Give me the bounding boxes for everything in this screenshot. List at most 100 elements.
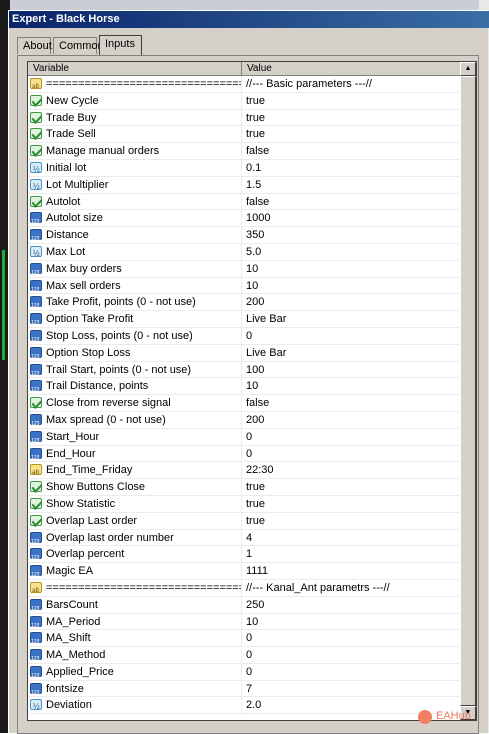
scroll-up-button[interactable]: ▲ xyxy=(460,62,476,76)
variable-cell[interactable]: Option Stop Loss xyxy=(28,344,242,361)
value-cell[interactable]: 5.0 xyxy=(242,244,460,260)
variable-cell[interactable]: ======================================= xyxy=(28,579,242,596)
variable-cell[interactable]: Close from reverse signal xyxy=(28,395,242,412)
value-cell[interactable]: false xyxy=(242,194,460,210)
table-row[interactable]: Option Take Profit Live Bar xyxy=(28,311,460,328)
variable-cell[interactable]: Option Take Profit xyxy=(28,311,242,328)
tab-inputs[interactable]: Inputs xyxy=(99,35,142,55)
variable-cell[interactable]: Trade Buy xyxy=(28,109,242,126)
table-row[interactable]: Max Lot 5.0 xyxy=(28,243,460,261)
variable-cell[interactable]: Overlap percent xyxy=(28,546,242,563)
table-row[interactable]: Overlap Last order true xyxy=(28,512,460,530)
value-cell[interactable]: true xyxy=(242,93,460,109)
value-cell[interactable]: false xyxy=(242,395,460,411)
variable-cell[interactable]: Overlap Last order xyxy=(28,512,242,529)
table-row[interactable]: Trail Start, points (0 - not use) 100 xyxy=(28,361,460,379)
table-row[interactable]: End_Hour 0 xyxy=(28,445,460,463)
table-row[interactable]: Option Stop Loss Live Bar xyxy=(28,344,460,362)
variable-cell[interactable]: Overlap last order number xyxy=(28,529,242,546)
value-cell[interactable]: 10 xyxy=(242,614,460,630)
variable-cell[interactable]: fontsize xyxy=(28,680,242,697)
value-cell[interactable]: 0 xyxy=(242,429,460,445)
value-cell[interactable]: true xyxy=(242,126,460,142)
value-cell[interactable]: 0 xyxy=(242,630,460,646)
variable-cell[interactable]: Max sell orders xyxy=(28,277,242,294)
value-cell[interactable]: 0 xyxy=(242,446,460,462)
value-cell[interactable]: //--- Kanal_Ant parametrs ---// xyxy=(242,580,460,596)
table-row[interactable]: Manage manual orders false xyxy=(28,143,460,160)
value-cell[interactable]: //--- Basic parameters ---// xyxy=(242,76,460,92)
value-cell[interactable]: 10 xyxy=(242,261,460,277)
table-row[interactable]: Applied_Price 0 xyxy=(28,663,460,681)
value-cell[interactable]: true xyxy=(242,479,460,495)
variable-cell[interactable]: Magic EA xyxy=(28,563,242,580)
variable-cell[interactable]: Lot Multiplier xyxy=(28,176,242,193)
table-row[interactable]: fontsize 7 xyxy=(28,680,460,698)
column-header-variable[interactable]: Variable xyxy=(28,62,242,75)
table-row[interactable]: MA_Shift 0 xyxy=(28,630,460,648)
tab-about[interactable]: About xyxy=(17,37,52,54)
variable-cell[interactable]: Take Profit, points (0 - not use) xyxy=(28,294,242,311)
value-cell[interactable]: 350 xyxy=(242,227,460,243)
value-cell[interactable]: 1111 xyxy=(242,563,460,579)
value-cell[interactable]: 100 xyxy=(242,362,460,378)
value-cell[interactable]: 10 xyxy=(242,278,460,294)
table-row[interactable]: Lot Multiplier 1.5 xyxy=(28,176,460,194)
variable-cell[interactable]: ======================================= xyxy=(28,76,242,92)
variable-cell[interactable]: Show Buttons Close xyxy=(28,479,242,496)
value-cell[interactable]: true xyxy=(242,513,460,529)
table-row[interactable]: Show Buttons Close true xyxy=(28,479,460,496)
value-cell[interactable]: Live Bar xyxy=(242,345,460,361)
variable-cell[interactable]: Initial lot xyxy=(28,159,242,176)
variable-cell[interactable]: MA_Period xyxy=(28,613,242,630)
table-row[interactable]: Show Statistic true xyxy=(28,495,460,513)
table-row[interactable]: MA_Period 10 xyxy=(28,613,460,631)
variable-cell[interactable]: Autolot size xyxy=(28,210,242,227)
variable-cell[interactable]: BarsCount xyxy=(28,596,242,613)
value-cell[interactable]: Live Bar xyxy=(242,311,460,327)
table-row[interactable]: End_Time_Friday 22:30 xyxy=(28,462,460,480)
value-cell[interactable]: 1000 xyxy=(242,210,460,226)
table-row[interactable]: Max spread (0 - not use) 200 xyxy=(28,411,460,429)
variable-cell[interactable]: Stop Loss, points (0 - not use) xyxy=(28,327,242,344)
table-row[interactable]: Max buy orders 10 xyxy=(28,260,460,278)
variable-cell[interactable]: Deviation xyxy=(28,697,242,714)
vertical-scrollbar[interactable]: ▲ ▼ xyxy=(460,62,476,720)
table-row[interactable]: Distance 350 xyxy=(28,227,460,244)
table-row[interactable]: =======================================/… xyxy=(28,76,460,93)
table-row[interactable]: Close from reverse signal false xyxy=(28,395,460,412)
value-cell[interactable]: 200 xyxy=(242,294,460,310)
table-row[interactable]: Trail Distance, points 10 xyxy=(28,378,460,396)
table-row[interactable]: MA_Method 0 xyxy=(28,647,460,664)
variable-cell[interactable]: Max Lot xyxy=(28,243,242,260)
table-row[interactable]: Autolot false xyxy=(28,193,460,211)
table-row[interactable]: Overlap last order number 4 xyxy=(28,529,460,547)
variable-cell[interactable]: Autolot xyxy=(28,193,242,210)
table-row[interactable]: Autolot size 1000 xyxy=(28,210,460,228)
value-cell[interactable]: 0.1 xyxy=(242,160,460,176)
table-row[interactable]: Stop Loss, points (0 - not use) 0 xyxy=(28,327,460,345)
table-row[interactable]: Overlap percent 1 xyxy=(28,546,460,564)
table-row[interactable]: New Cycle true xyxy=(28,92,460,110)
table-row[interactable]: Start_Hour 0 xyxy=(28,428,460,446)
value-cell[interactable]: true xyxy=(242,496,460,512)
value-cell[interactable]: 0 xyxy=(242,647,460,663)
table-row[interactable]: BarsCount 250 xyxy=(28,596,460,614)
table-row[interactable]: Deviation2.0 xyxy=(28,697,460,715)
variable-cell[interactable]: Show Statistic xyxy=(28,495,242,512)
value-cell[interactable]: 0 xyxy=(242,328,460,344)
variable-cell[interactable]: Manage manual orders xyxy=(28,143,242,160)
tab-common[interactable]: Common xyxy=(53,37,104,54)
column-header-value[interactable]: Value xyxy=(242,62,460,75)
value-cell[interactable]: 250 xyxy=(242,597,460,613)
variable-cell[interactable]: Applied_Price xyxy=(28,663,242,680)
variable-cell[interactable]: MA_Shift xyxy=(28,630,242,647)
value-cell[interactable]: 200 xyxy=(242,412,460,428)
variable-cell[interactable]: Trail Distance, points xyxy=(28,378,242,395)
value-cell[interactable]: false xyxy=(242,143,460,159)
value-cell[interactable]: 1 xyxy=(242,546,460,562)
variable-cell[interactable]: Max spread (0 - not use) xyxy=(28,411,242,428)
variable-cell[interactable]: Trail Start, points (0 - not use) xyxy=(28,361,242,378)
dialog-title[interactable]: Expert - Black Horse xyxy=(9,11,489,28)
variable-cell[interactable]: End_Hour xyxy=(28,445,242,462)
